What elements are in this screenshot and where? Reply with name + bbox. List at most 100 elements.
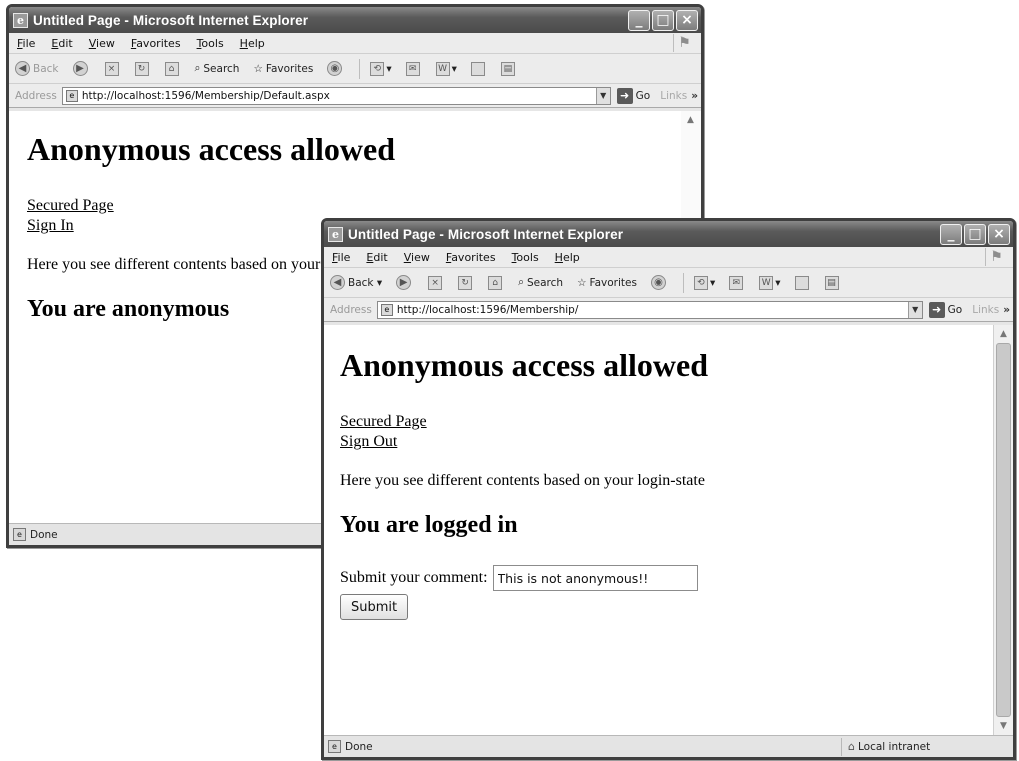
secured-page-link[interactable]: Secured Page — [27, 196, 683, 216]
menu-favorites[interactable]: Favorites — [446, 251, 496, 264]
address-bar: Address e http://localhost:1596/Membersh… — [9, 84, 701, 108]
page-content: Anonymous access allowed Secured Page Si… — [324, 325, 993, 735]
stop-button[interactable]: × — [104, 61, 121, 76]
window-title: Untitled Page - Microsoft Internet Explo… — [33, 12, 309, 28]
description-text: Here you see different contents based on… — [340, 472, 705, 489]
close-button[interactable]: × — [676, 9, 698, 31]
search-button[interactable]: ⌕ Search — [195, 62, 240, 75]
search-icon: ⌕ — [194, 62, 201, 74]
edit-button[interactable]: W ▾ — [759, 275, 781, 290]
star-icon: ☆ — [577, 276, 587, 289]
menu-view[interactable]: View — [404, 251, 430, 264]
stop-button[interactable]: × — [428, 275, 444, 290]
search-button[interactable]: ⌕ Search — [518, 276, 563, 289]
links-label[interactable]: Links — [972, 304, 999, 316]
menu-file[interactable]: File — [332, 251, 350, 264]
browser-window-front[interactable]: e Untitled Page - Microsoft Internet Exp… — [321, 218, 1016, 760]
address-label: Address — [330, 303, 372, 316]
menu-bar: File Edit View Favorites Tools Help ⚑ — [324, 247, 1013, 268]
chevron-down-icon[interactable]: ▼ — [907, 301, 922, 318]
go-label: Go — [947, 303, 963, 316]
history-button[interactable]: ⟲ ▾ — [693, 275, 715, 290]
secured-page-link[interactable]: Secured Page — [340, 412, 977, 432]
comment-row: Submit your comment: — [340, 565, 977, 591]
search-label: Search — [203, 62, 240, 75]
search-label: Search — [527, 276, 564, 289]
page-done-icon: e — [13, 528, 26, 541]
research-button[interactable]: ▤ — [500, 61, 517, 76]
scroll-up-icon[interactable]: ▲ — [995, 326, 1012, 342]
address-input[interactable]: e http://localhost:1596/Membership/Defau… — [61, 86, 611, 105]
menu-file[interactable]: File — [17, 37, 35, 50]
back-label: Back — [33, 62, 59, 75]
forward-arrow-icon: ▶ — [72, 61, 88, 76]
back-label: Back — [348, 276, 374, 289]
mail-button[interactable]: ✉ — [729, 275, 745, 290]
scroll-up-icon[interactable]: ▲ — [682, 112, 699, 128]
back-button[interactable]: ◀ Back — [15, 61, 59, 76]
home-button[interactable]: ⌂ — [488, 275, 504, 290]
menu-help[interactable]: Help — [555, 251, 580, 264]
go-button[interactable]: ➜ Go — [928, 301, 963, 318]
links-more-icon[interactable]: » — [1003, 304, 1010, 316]
history-icon: ⟲ — [693, 275, 708, 290]
discuss-icon — [470, 61, 485, 76]
title-bar[interactable]: e Untitled Page - Microsoft Internet Exp… — [324, 221, 1013, 247]
links-label[interactable]: Links — [660, 90, 687, 102]
scroll-thumb[interactable] — [996, 343, 1011, 717]
favorites-button[interactable]: ☆ Favorites — [253, 63, 313, 75]
page-icon: e — [65, 89, 78, 102]
forward-button[interactable]: ▶ — [72, 61, 91, 76]
refresh-icon: ↻ — [134, 61, 149, 76]
mail-icon: ✉ — [405, 61, 420, 76]
menu-tools[interactable]: Tools — [197, 37, 224, 50]
links-more-icon[interactable]: » — [691, 90, 698, 102]
edit-button[interactable]: W ▾ — [435, 61, 457, 76]
status-text: Done — [345, 740, 373, 753]
favorites-label: Favorites — [265, 62, 314, 75]
title-bar[interactable]: e Untitled Page - Microsoft Internet Exp… — [9, 7, 701, 33]
go-button[interactable]: ➜ Go — [616, 87, 650, 104]
ie-logo-icon: e — [13, 12, 28, 28]
menu-favorites[interactable]: Favorites — [131, 37, 181, 50]
sign-out-link[interactable]: Sign Out — [340, 432, 977, 452]
scroll-down-icon[interactable]: ▼ — [995, 718, 1012, 734]
edit-page-icon: W — [435, 61, 450, 76]
menu-edit[interactable]: Edit — [51, 37, 72, 50]
comment-label: Submit your comment: — [340, 569, 488, 586]
menu-tools[interactable]: Tools — [512, 251, 539, 264]
forward-button[interactable]: ▶ — [396, 275, 414, 290]
comment-input[interactable] — [492, 565, 698, 591]
address-input[interactable]: e http://localhost:1596/Membership/ ▼ — [376, 300, 923, 319]
menu-view[interactable]: View — [89, 37, 115, 50]
refresh-button[interactable]: ↻ — [458, 275, 474, 290]
edit-page-icon: W — [759, 275, 774, 290]
favorites-button[interactable]: ☆ Favorites — [577, 277, 637, 289]
history-button[interactable]: ⟲ ▾ — [370, 61, 392, 76]
discuss-button[interactable] — [794, 275, 811, 290]
forward-arrow-icon: ▶ — [396, 275, 412, 290]
minimize-button[interactable]: _ — [940, 223, 962, 245]
menu-edit[interactable]: Edit — [366, 251, 387, 264]
media-button[interactable]: ◉ — [327, 61, 345, 76]
mail-button[interactable]: ✉ — [405, 61, 422, 76]
discuss-button[interactable] — [470, 61, 487, 76]
maximize-button[interactable]: □ — [652, 9, 674, 31]
chevron-down-icon[interactable]: ▼ — [595, 87, 610, 104]
history-icon: ⟲ — [370, 61, 385, 76]
back-arrow-icon: ◀ — [330, 275, 345, 290]
vertical-scrollbar[interactable]: ▲ ▼ — [993, 325, 1013, 735]
menu-help[interactable]: Help — [240, 37, 265, 50]
research-button[interactable]: ▤ — [824, 275, 841, 290]
maximize-button[interactable]: □ — [964, 223, 986, 245]
home-button[interactable]: ⌂ — [164, 61, 181, 76]
close-button[interactable]: × — [988, 223, 1010, 245]
toolbar-separator — [682, 272, 684, 293]
mail-icon: ✉ — [729, 275, 744, 290]
back-button[interactable]: ◀ Back ▾ — [330, 275, 382, 290]
submit-button[interactable]: Submit — [340, 594, 409, 620]
search-icon: ⌕ — [518, 276, 524, 288]
media-button[interactable]: ◉ — [650, 275, 669, 290]
minimize-button[interactable]: _ — [628, 9, 650, 31]
refresh-button[interactable]: ↻ — [134, 61, 151, 76]
